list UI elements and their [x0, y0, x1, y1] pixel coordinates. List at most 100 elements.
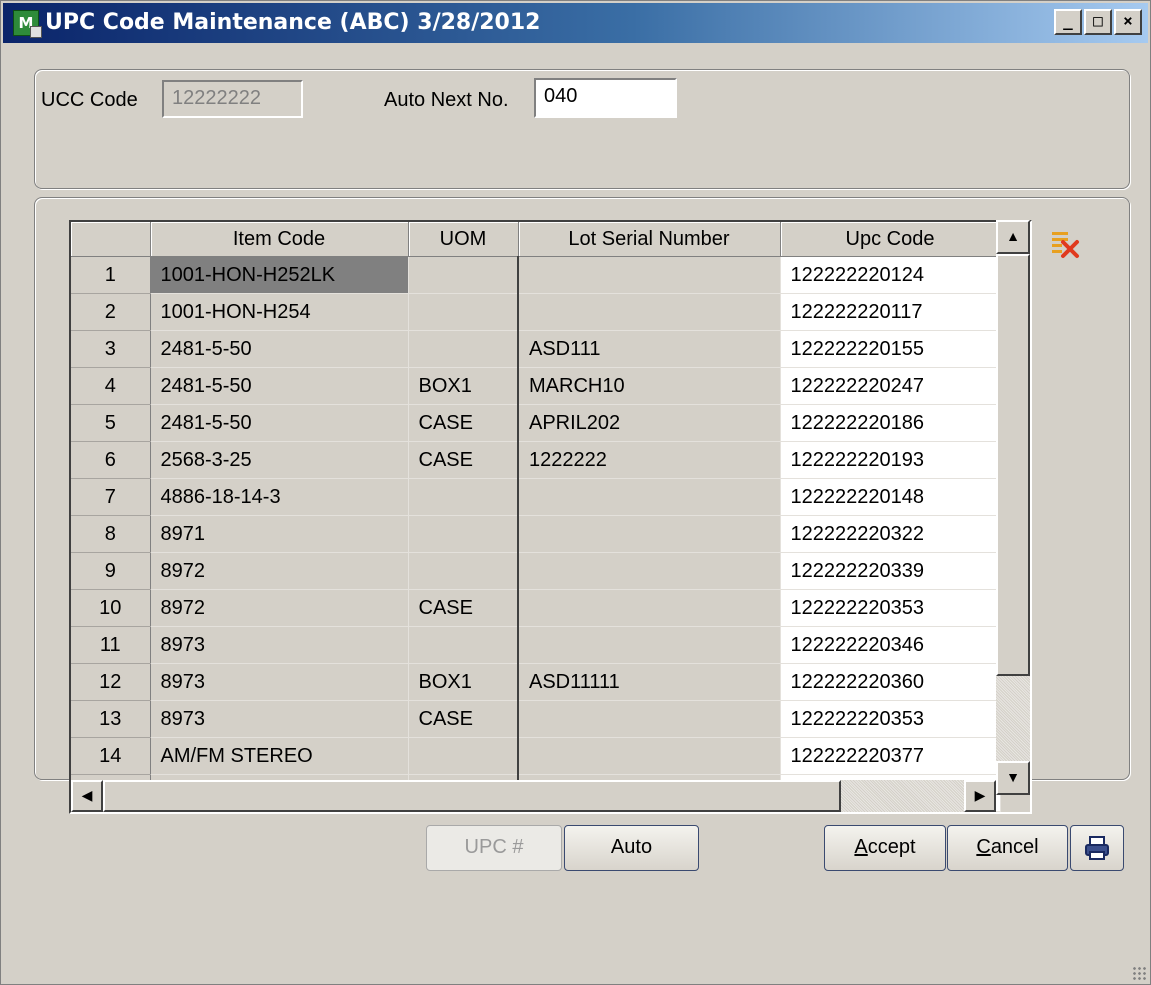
uom-cell[interactable]: [408, 293, 519, 331]
item-code-cell[interactable]: 8973: [150, 663, 409, 701]
table-row[interactable]: 7 4886-18-14-3 122222220148: [71, 478, 1001, 516]
item-code-cell[interactable]: 8973: [150, 626, 409, 664]
title-bar[interactable]: M UPC Code Maintenance (ABC) 3/28/2012 _…: [3, 3, 1148, 43]
row-number-cell[interactable]: 2: [71, 293, 151, 331]
upc-code-cell[interactable]: 122222220117: [780, 293, 1001, 331]
lot-serial-number-cell[interactable]: ASD111: [517, 330, 781, 368]
accept-button[interactable]: Accept: [824, 825, 946, 871]
scroll-right-arrow-icon[interactable]: ▶: [964, 780, 996, 812]
uom-cell[interactable]: [408, 256, 519, 294]
app-m-icon[interactable]: M: [13, 10, 42, 38]
lot-serial-number-cell[interactable]: APRIL202: [517, 404, 781, 442]
uom-cell[interactable]: [408, 552, 519, 590]
row-number-cell[interactable]: 5: [71, 404, 151, 442]
scroll-up-arrow-icon[interactable]: ▲: [996, 220, 1030, 254]
close-button[interactable]: ×: [1114, 9, 1142, 35]
upc-code-cell[interactable]: 122222220124: [780, 256, 1001, 294]
maximize-button[interactable]: □: [1084, 9, 1112, 35]
item-code-cell[interactable]: 2481-5-50: [150, 330, 409, 368]
item-code-cell[interactable]: 2481-5-50: [150, 404, 409, 442]
lot-serial-number-cell[interactable]: [517, 515, 781, 553]
uom-cell[interactable]: CASE: [408, 589, 519, 627]
row-number-cell[interactable]: 1: [71, 256, 151, 294]
table-row[interactable]: 13 8973 CASE 122222220353: [71, 700, 1001, 738]
resize-grip-icon[interactable]: [1132, 966, 1146, 980]
upc-code-cell[interactable]: 122222220353: [780, 700, 1001, 738]
scroll-down-arrow-icon[interactable]: ▼: [996, 761, 1030, 795]
row-number-cell[interactable]: 12: [71, 663, 151, 701]
uom-cell[interactable]: [408, 515, 519, 553]
lot-serial-number-cell[interactable]: [517, 478, 781, 516]
col-header-upc-code[interactable]: Upc Code: [780, 222, 1001, 257]
upc-code-cell[interactable]: 122222220322: [780, 515, 1001, 553]
item-code-cell[interactable]: 1001-HON-H254: [150, 293, 409, 331]
table-row[interactable]: 9 8972 122222220339: [71, 552, 1001, 590]
table-row[interactable]: 6 2568-3-25 CASE 1222222 122222220193: [71, 441, 1001, 479]
upc-code-cell[interactable]: 122222220186: [780, 404, 1001, 442]
auto-button[interactable]: Auto: [564, 825, 699, 871]
upc-code-cell[interactable]: 122222220247: [780, 367, 1001, 405]
minimize-button[interactable]: _: [1054, 9, 1082, 35]
lot-serial-number-cell[interactable]: [517, 700, 781, 738]
row-number-cell[interactable]: 6: [71, 441, 151, 479]
table-row[interactable]: 8 8971 122222220322: [71, 515, 1001, 553]
table-row[interactable]: 4 2481-5-50 BOX1 MARCH10 122222220247: [71, 367, 1001, 405]
uom-cell[interactable]: BOX1: [408, 367, 519, 405]
item-code-cell[interactable]: 2481-5-50: [150, 367, 409, 405]
col-header-item-code[interactable]: Item Code: [150, 222, 409, 257]
upc-code-cell[interactable]: 122222220193: [780, 441, 1001, 479]
table-row[interactable]: 10 8972 CASE 122222220353: [71, 589, 1001, 627]
upc-code-cell[interactable]: 122222220353: [780, 589, 1001, 627]
item-code-cell[interactable]: 8972: [150, 552, 409, 590]
vertical-scrollbar-thumb[interactable]: [996, 254, 1030, 676]
table-row[interactable]: 5 2481-5-50 CASE APRIL202 122222220186: [71, 404, 1001, 442]
upc-code-cell[interactable]: 122222220377: [780, 737, 1001, 775]
lot-serial-number-cell[interactable]: [517, 589, 781, 627]
item-code-cell[interactable]: 8973: [150, 700, 409, 738]
scroll-left-arrow-icon[interactable]: ◀: [71, 780, 103, 812]
uom-cell[interactable]: CASE: [408, 404, 519, 442]
upc-code-cell[interactable]: 122222220339: [780, 552, 1001, 590]
table-row[interactable]: 14 AM/FM STEREO 122222220377: [71, 737, 1001, 775]
delete-rows-icon[interactable]: [1050, 229, 1080, 259]
row-number-cell[interactable]: 11: [71, 626, 151, 664]
table-row[interactable]: 2 1001-HON-H254 122222220117: [71, 293, 1001, 331]
item-code-cell[interactable]: 1001-HON-H252LK: [150, 256, 409, 294]
table-row[interactable]: 12 8973 BOX1 ASD11111 122222220360: [71, 663, 1001, 701]
row-number-cell[interactable]: 8: [71, 515, 151, 553]
uom-cell[interactable]: CASE: [408, 700, 519, 738]
horizontal-scrollbar-thumb[interactable]: [103, 780, 841, 812]
upc-code-cell[interactable]: 122222220148: [780, 478, 1001, 516]
row-number-cell[interactable]: 9: [71, 552, 151, 590]
print-button[interactable]: [1070, 825, 1124, 871]
table-row[interactable]: 1 1001-HON-H252LK 122222220124: [71, 256, 1001, 294]
row-number-cell[interactable]: 10: [71, 589, 151, 627]
uom-cell[interactable]: CASE: [408, 441, 519, 479]
auto-next-no-field[interactable]: 040: [534, 78, 677, 118]
lot-serial-number-cell[interactable]: [517, 256, 781, 294]
lot-serial-number-cell[interactable]: MARCH10: [517, 367, 781, 405]
row-number-cell[interactable]: 3: [71, 330, 151, 368]
uom-cell[interactable]: [408, 478, 519, 516]
upc-code-cell[interactable]: 122222220155: [780, 330, 1001, 368]
col-header-uom[interactable]: UOM: [408, 222, 519, 257]
uom-cell[interactable]: [408, 330, 519, 368]
upc-grid[interactable]: Item Code UOM Lot Serial Number Upc Code…: [69, 220, 1032, 814]
table-row[interactable]: 3 2481-5-50 ASD111 122222220155: [71, 330, 1001, 368]
upc-code-cell[interactable]: 122222220360: [780, 663, 1001, 701]
item-code-cell[interactable]: 8971: [150, 515, 409, 553]
cancel-button[interactable]: Cancel: [947, 825, 1068, 871]
item-code-cell[interactable]: 8972: [150, 589, 409, 627]
lot-serial-number-cell[interactable]: [517, 737, 781, 775]
table-row[interactable]: 11 8973 122222220346: [71, 626, 1001, 664]
upc-code-cell[interactable]: 122222220346: [780, 626, 1001, 664]
item-code-cell[interactable]: 2568-3-25: [150, 441, 409, 479]
lot-serial-number-cell[interactable]: 1222222: [517, 441, 781, 479]
lot-serial-number-cell[interactable]: [517, 552, 781, 590]
item-code-cell[interactable]: AM/FM STEREO: [150, 737, 409, 775]
row-number-cell[interactable]: 14: [71, 737, 151, 775]
row-number-cell[interactable]: 4: [71, 367, 151, 405]
uom-cell[interactable]: [408, 737, 519, 775]
uom-cell[interactable]: BOX1: [408, 663, 519, 701]
lot-serial-number-cell[interactable]: ASD11111: [517, 663, 781, 701]
